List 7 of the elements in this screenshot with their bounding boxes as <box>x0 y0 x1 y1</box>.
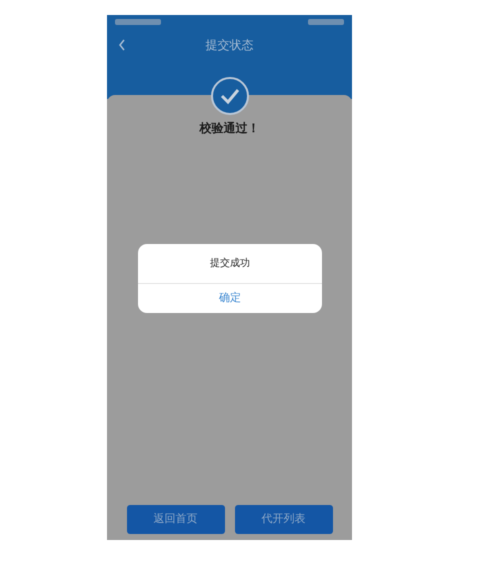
back-icon[interactable] <box>118 39 126 51</box>
result-message: 校验通过！ <box>200 120 260 137</box>
action-button[interactable]: 返回首页 <box>126 505 224 534</box>
dialog-message: 提交成功 <box>209 256 251 271</box>
action-button[interactable]: 代开列表 <box>234 505 332 534</box>
confirm-button[interactable]: 确定 <box>138 283 322 313</box>
page-title: 提交状态 <box>206 37 254 54</box>
